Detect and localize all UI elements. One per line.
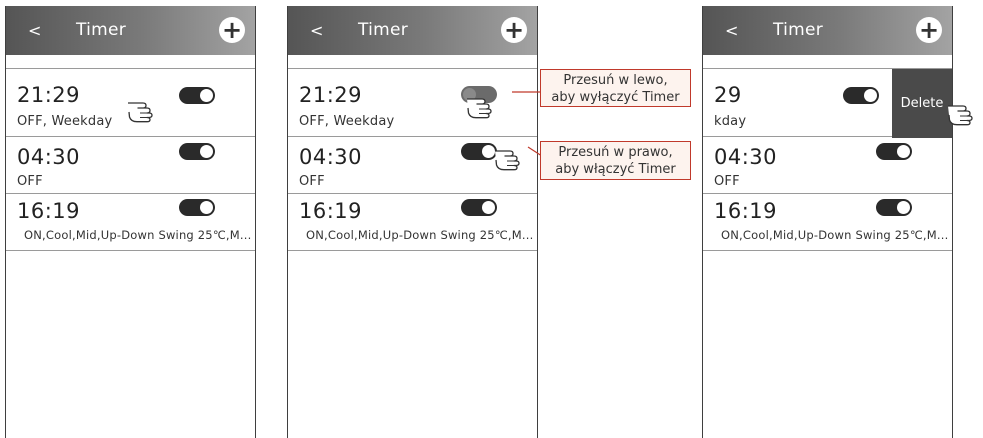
timer-list: 21:29 OFF, Weekday 04:30 OFF 16:19 ON,Co… [6,68,255,251]
back-icon[interactable]: < [310,21,323,40]
hand-pointer-icon [946,100,980,126]
timer-list: 29 kday Delete 04:30 OFF 16:19 ON,Cool,M… [703,68,952,251]
header-bar: < Timer + [288,6,537,55]
hand-pointer-icon [126,97,160,123]
timer-description: ON,Cool,Mid,Up-Down Swing 25℃,M... [24,228,252,242]
timer-row[interactable]: 04:30 OFF [6,137,255,194]
timer-row[interactable]: 16:19 ON,Cool,Mid,Up-Down Swing 25℃,M... [288,194,537,251]
timer-toggle[interactable] [179,87,215,104]
timer-toggle[interactable] [876,199,912,216]
back-icon[interactable]: < [28,21,41,40]
timer-time: 16:19 [714,199,778,223]
timer-toggle[interactable] [179,199,215,216]
callout-line: aby wyłączyć Timer [551,90,680,105]
page-title: Timer [358,20,409,40]
timer-time: 04:30 [17,145,81,169]
timer-row[interactable]: 21:29 OFF, Weekday [6,68,255,137]
timer-description: OFF, Weekday [17,114,113,129]
timer-row[interactable]: 04:30 OFF [703,137,952,194]
page-title: Timer [773,20,824,40]
timer-description: OFF [714,174,740,189]
timer-toggle[interactable] [876,143,912,160]
back-icon[interactable]: < [725,21,738,40]
timer-description: ON,Cool,Mid,Up-Down Swing 25℃,M... [721,228,949,242]
callout-line: Przesuń w lewo, [563,73,668,88]
header-bar: < Timer + [6,6,255,55]
plus-icon[interactable]: + [219,17,245,43]
timer-description: OFF [17,174,43,189]
timer-toggle[interactable] [843,87,879,104]
timer-time: 29 [714,83,742,107]
swipe-left-callout: Przesuń w lewo, aby wyłączyć Timer [540,69,691,107]
timer-toggle[interactable] [179,143,215,160]
timer-description: ON,Cool,Mid,Up-Down Swing 25℃,M... [306,228,534,242]
timer-screen-1: < Timer + 21:29 OFF, Weekday 04:30 OFF 1… [5,6,256,438]
timer-time: 16:19 [17,199,81,223]
timer-time: 04:30 [299,145,363,169]
swipe-right-callout: Przesuń w prawo, aby włączyć Timer [540,141,691,180]
timer-screen-3: < Timer + 29 kday Delete 04:30 OFF 16:19… [702,6,953,438]
page-title: Timer [76,20,127,40]
timer-screen-2: < Timer + 21:29 OFF, Weekday 04:30 OFF 1… [287,6,538,438]
timer-row[interactable]: 29 kday Delete [703,68,952,138]
timer-time: 21:29 [17,83,81,107]
header-bar: < Timer + [703,6,952,55]
timer-row[interactable]: 16:19 ON,Cool,Mid,Up-Down Swing 25℃,M... [703,194,952,251]
timer-time: 16:19 [299,199,363,223]
plus-icon[interactable]: + [916,17,942,43]
timer-time: 21:29 [299,83,363,107]
plus-icon[interactable]: + [501,17,527,43]
timer-description: OFF, Weekday [299,114,395,129]
timer-description: OFF [299,174,325,189]
timer-row[interactable]: 16:19 ON,Cool,Mid,Up-Down Swing 25℃,M... [6,194,255,251]
timer-toggle[interactable] [461,143,497,160]
timer-toggle[interactable] [461,199,497,216]
callout-line: aby włączyć Timer [555,162,676,177]
timer-description: kday [714,114,747,129]
callout-line: Przesuń w prawo, [558,145,673,160]
hand-pointer-icon [465,93,499,119]
delete-button[interactable]: Delete [892,69,952,138]
timer-time: 04:30 [714,145,778,169]
